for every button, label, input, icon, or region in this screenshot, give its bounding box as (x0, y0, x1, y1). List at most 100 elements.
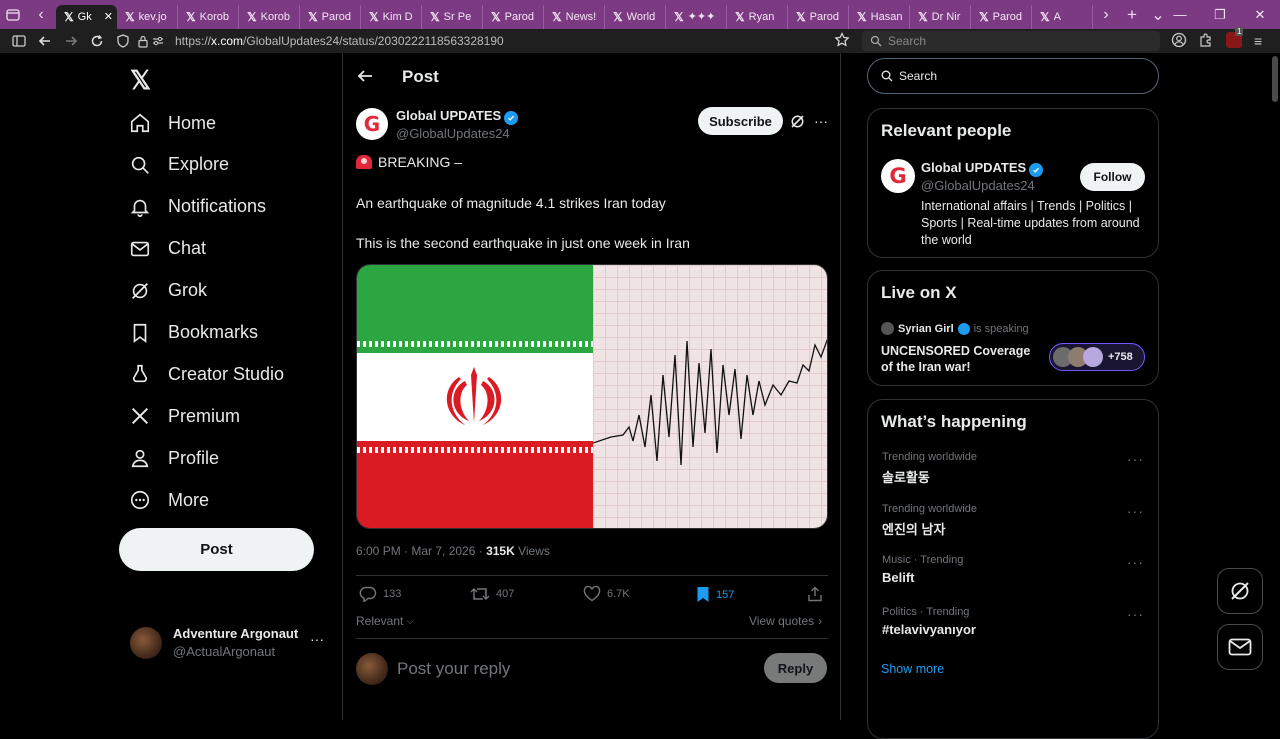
sidebar-item-label: Premium (168, 405, 241, 426)
minimize-icon[interactable]: — (1160, 0, 1200, 29)
account-icon[interactable] (1171, 32, 1187, 48)
sidebar-item-profile[interactable]: Profile (128, 440, 219, 476)
account-switcher[interactable]: Adventure Argonaut @ActualArgonaut ··· (130, 625, 330, 663)
browser-tab[interactable]: 𝕏 Ryan (727, 4, 788, 29)
person-avatar[interactable]: G (881, 159, 915, 193)
trend-item[interactable]: Politics · Trending #telavivyanıyor ··· (882, 606, 1144, 637)
browser-tab[interactable]: 𝕏 Parod (971, 4, 1032, 29)
browser-tab[interactable]: 𝕏 Hasan (849, 4, 910, 29)
x-favicon-icon: 𝕏 (857, 9, 867, 24)
browser-tab[interactable]: 𝕏A (1032, 4, 1093, 29)
grok-explain-icon[interactable] (790, 114, 805, 129)
subscribe-button[interactable]: Subscribe (698, 107, 783, 135)
sidebar-item-more[interactable]: More (128, 482, 209, 518)
ublock-icon[interactable]: 1 (1226, 27, 1244, 48)
sidebar-toggle-icon[interactable] (6, 29, 32, 53)
browser-tab[interactable]: 𝕏 ✦✦✦ (666, 4, 727, 29)
browser-tab[interactable]: 𝕏 Gk ✕ (56, 4, 117, 29)
page-scrollbar[interactable] (1272, 56, 1278, 102)
author-handle[interactable]: @GlobalUpdates24 (396, 126, 510, 141)
browser-search-placeholder: Search (888, 34, 927, 48)
permissions-icon[interactable] (150, 29, 166, 53)
address-bar[interactable]: https://x.com/GlobalUpdates24/status/203… (175, 34, 504, 48)
lock-icon[interactable] (136, 29, 150, 53)
like-action[interactable]: 6.7K (583, 586, 630, 602)
trend-more-icon[interactable]: ··· (1127, 606, 1144, 622)
reply-sort-dropdown[interactable]: Relevant ⌵ (356, 614, 414, 628)
back-arrow-icon[interactable] (357, 69, 373, 83)
forward-icon[interactable] (58, 29, 84, 53)
grok-fab[interactable] (1217, 568, 1263, 614)
live-topic[interactable]: UNCENSORED Coverage of the Iran war! (881, 343, 1041, 375)
view-quotes-link[interactable]: View quotes › (749, 614, 822, 628)
live-host-row[interactable]: Syrian Girl is speaking (881, 322, 1029, 335)
tab-scroll-right-icon[interactable]: › (1093, 0, 1119, 29)
reply-input[interactable]: Post your reply (397, 659, 510, 679)
search-input[interactable]: Search (867, 58, 1159, 94)
share-action[interactable] (807, 586, 823, 602)
tab-label: Sr Pe (443, 10, 472, 23)
view-quotes-label: View quotes (749, 614, 815, 628)
browser-tab[interactable]: 𝕏 Korob (239, 4, 300, 29)
sidebar-item-premium[interactable]: Premium (128, 398, 240, 434)
new-tab-icon[interactable]: + (1119, 0, 1145, 29)
browser-tab[interactable]: 𝕏 Parod (483, 4, 544, 29)
browser-tab[interactable]: 𝕏 Sr Pe (422, 4, 483, 29)
browser-tab[interactable]: 𝕏 Korob (178, 4, 239, 29)
back-icon[interactable] (32, 29, 58, 53)
trend-item[interactable]: Trending worldwide 엔진의 남자 ··· (882, 503, 1144, 538)
tab-scroll-left-icon[interactable]: ‹ (26, 0, 56, 29)
trend-item[interactable]: Trending worldwide 솔로활동 ··· (882, 451, 1144, 486)
browser-tab[interactable]: 𝕏 Kim D (361, 4, 422, 29)
bookmark-star-icon[interactable] (834, 32, 850, 48)
sidebar-item-home[interactable]: Home (128, 105, 216, 141)
app-menu-icon[interactable]: ≡ (1254, 33, 1262, 49)
post-media-image[interactable] (356, 264, 828, 529)
close-tab-icon[interactable]: ✕ (104, 10, 113, 23)
bookmark-action[interactable]: 157 (696, 586, 734, 603)
browser-tab[interactable]: 𝕏kev.jo (117, 4, 178, 29)
browser-tab[interactable]: 𝕏 Parod (300, 4, 361, 29)
browser-tab[interactable]: 𝕏 News! (544, 4, 605, 29)
follow-button[interactable]: Follow (1080, 163, 1145, 191)
extensions-icon[interactable] (1198, 32, 1214, 48)
reply-button[interactable]: Reply (764, 653, 827, 683)
sidebar-item-grok[interactable]: Grok (128, 273, 207, 309)
browser-tab[interactable]: 𝕏 Dr Nir (910, 4, 971, 29)
browser-tab[interactable]: 𝕏 Parod (788, 4, 849, 29)
author-name-row[interactable]: Global UPDATES (396, 108, 519, 125)
browser-tab[interactable]: 𝕏 World (605, 4, 666, 29)
restore-icon[interactable]: ❐ (1200, 0, 1240, 29)
shield-icon[interactable] (110, 29, 136, 53)
browser-search-input[interactable]: Search (862, 31, 1160, 51)
tab-actions-icon[interactable] (0, 0, 26, 29)
post-timestamp[interactable]: 6:00 PM · Mar 7, 2026 · (356, 544, 486, 558)
trend-more-icon[interactable]: ··· (1127, 554, 1144, 570)
trend-more-icon[interactable]: ··· (1127, 503, 1144, 519)
sidebar-item-creator-studio[interactable]: Creator Studio (128, 356, 284, 392)
person-handle[interactable]: @GlobalUpdates24 (921, 178, 1035, 193)
sidebar-item-explore[interactable]: Explore (128, 147, 229, 183)
close-window-icon[interactable]: ✕ (1240, 0, 1280, 29)
post-button-label: Post (200, 541, 233, 558)
reply-action[interactable]: 133 (359, 586, 401, 602)
post-text-line-1: BREAKING – (356, 154, 462, 170)
sidebar-item-notifications[interactable]: Notifications (128, 189, 266, 225)
show-more-link[interactable]: Show more (881, 662, 944, 676)
trend-category: Trending worldwide (882, 502, 977, 515)
live-listeners-pill[interactable]: +758 (1049, 343, 1145, 371)
messages-fab[interactable] (1217, 624, 1263, 670)
author-avatar[interactable]: G (356, 108, 388, 140)
sidebar-item-chat[interactable]: Chat (128, 231, 206, 267)
repost-action[interactable]: 407 (470, 586, 514, 602)
trend-more-icon[interactable]: ··· (1127, 451, 1144, 467)
sidebar-item-bookmarks[interactable]: Bookmarks (128, 315, 258, 351)
x-logo-icon[interactable]: 𝕏 (130, 65, 151, 96)
trend-item[interactable]: Music · Trending Belift ··· (882, 554, 1144, 585)
reload-icon[interactable] (84, 29, 110, 53)
post-more-icon[interactable]: ··· (814, 113, 828, 129)
post-button[interactable]: Post (119, 528, 314, 571)
person-name-row[interactable]: Global UPDATES (921, 160, 1044, 177)
search-icon (128, 153, 152, 177)
live-speaking-status: is speaking (973, 322, 1029, 335)
